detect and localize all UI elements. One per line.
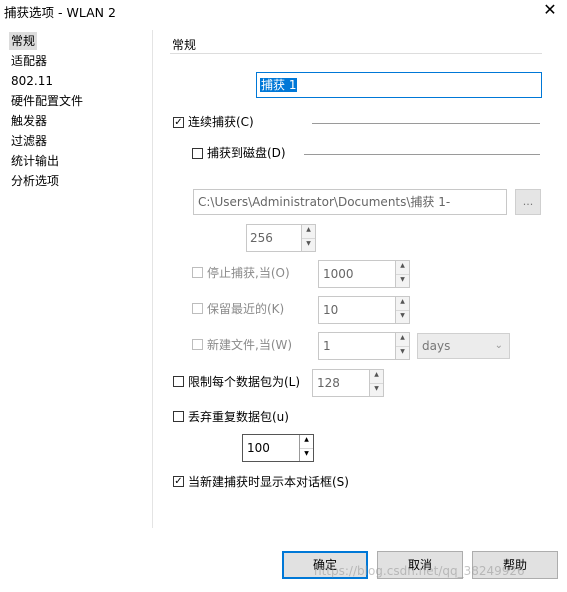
keep-recent-input[interactable]: 10 ▲ ▼ (318, 296, 410, 324)
new-file-value: 1 (323, 339, 331, 353)
continuous-capture-divider (312, 123, 540, 124)
limit-packet-checkbox[interactable] (173, 376, 184, 387)
show-dialog-checkbox[interactable]: ✓ (173, 476, 184, 487)
limit-packet-value: 128 (317, 376, 340, 390)
new-file-unit-select[interactable]: days ⌄ (417, 333, 510, 359)
file-path-input[interactable]: C:\Users\Administrator\Documents\捕获 1- (193, 189, 507, 215)
discard-duplicates-value: 100 (247, 441, 270, 455)
buffer-size-value: 256 (250, 231, 273, 245)
buffer-size-input[interactable]: 256 ▲ ▼ (246, 224, 316, 252)
discard-duplicates-spinner[interactable]: ▲ ▼ (299, 435, 313, 461)
stop-capture-checkbox[interactable] (192, 267, 203, 278)
spin-up-icon[interactable]: ▲ (396, 261, 409, 274)
new-file-spinner[interactable]: ▲ ▼ (395, 333, 409, 359)
discard-duplicates-label: 丢弃重复数据包(u) (188, 410, 289, 424)
limit-packet-input[interactable]: 128 ▲ ▼ (312, 369, 384, 397)
spin-up-icon[interactable]: ▲ (302, 225, 315, 238)
browse-button[interactable]: ... (515, 189, 541, 215)
sidebar-item-statistics-output[interactable]: 统计输出 (9, 152, 61, 170)
sidebar-item-analysis-options[interactable]: 分析选项 (9, 172, 61, 190)
watermark-text: https://blog.csdn.net/qq_38249926 (314, 564, 525, 578)
keep-recent-spinner[interactable]: ▲ ▼ (395, 297, 409, 323)
new-file-unit-value: days (422, 339, 451, 353)
continuous-capture-checkbox[interactable]: ✓ (173, 117, 184, 128)
stop-capture-spinner[interactable]: ▲ ▼ (395, 261, 409, 287)
spin-down-icon[interactable]: ▼ (396, 346, 409, 359)
capture-to-disk-divider (304, 154, 540, 155)
spin-down-icon[interactable]: ▼ (396, 310, 409, 323)
stop-capture-input[interactable]: 1000 ▲ ▼ (318, 260, 410, 288)
keep-recent-checkbox[interactable] (192, 303, 203, 314)
capture-to-disk-label: 捕获到磁盘(D) (207, 146, 286, 160)
spin-down-icon[interactable]: ▼ (396, 274, 409, 287)
capture-name-input[interactable]: 捕获 1 (256, 72, 542, 98)
spin-up-icon[interactable]: ▲ (396, 297, 409, 310)
spin-up-icon[interactable]: ▲ (370, 370, 383, 383)
new-file-input[interactable]: 1 ▲ ▼ (318, 332, 410, 360)
sidebar-item-filters[interactable]: 过滤器 (9, 132, 49, 150)
limit-packet-label: 限制每个数据包为(L) (188, 375, 301, 389)
spin-down-icon[interactable]: ▼ (370, 383, 383, 396)
continuous-capture-label: 连续捕获(C) (188, 115, 254, 129)
check-icon: ✓ (174, 117, 183, 128)
capture-name-value: 捕获 1 (260, 78, 298, 92)
title-bar: 捕获选项 - WLAN 2 ✕ (0, 0, 567, 22)
window-title: 捕获选项 - WLAN 2 (4, 5, 116, 20)
spin-down-icon[interactable]: ▼ (302, 238, 315, 251)
keep-recent-label: 保留最近的(K) (207, 302, 285, 316)
chevron-down-icon: ⌄ (494, 340, 503, 351)
close-icon[interactable]: ✕ (540, 0, 560, 20)
sidebar-item-triggers[interactable]: 触发器 (9, 112, 49, 130)
sidebar-item-general[interactable]: 常规 (9, 32, 38, 50)
section-divider (170, 53, 542, 54)
spin-down-icon[interactable]: ▼ (300, 448, 313, 461)
keep-recent-value: 10 (323, 303, 339, 317)
discard-duplicates-input[interactable]: 100 ▲ ▼ (242, 434, 314, 462)
section-title: 常规 (172, 38, 197, 52)
capture-to-disk-checkbox[interactable] (192, 148, 203, 159)
check-icon: ✓ (174, 476, 183, 487)
spin-up-icon[interactable]: ▲ (300, 435, 313, 448)
discard-duplicates-checkbox[interactable] (173, 411, 184, 422)
show-dialog-label: 当新建捕获时显示本对话框(S) (188, 475, 349, 489)
spin-up-icon[interactable]: ▲ (396, 333, 409, 346)
buffer-size-spinner[interactable]: ▲ ▼ (301, 225, 315, 251)
sidebar-divider (152, 30, 153, 528)
stop-capture-value: 1000 (323, 267, 354, 281)
limit-packet-spinner[interactable]: ▲ ▼ (369, 370, 383, 396)
new-file-label: 新建文件,当(W) (207, 338, 293, 352)
sidebar-item-80211[interactable]: 802.11 (9, 72, 55, 90)
stop-capture-label: 停止捕获,当(O) (207, 266, 290, 280)
new-file-checkbox[interactable] (192, 339, 203, 350)
sidebar-item-adapter[interactable]: 适配器 (9, 52, 49, 70)
sidebar-item-hardware-profile[interactable]: 硬件配置文件 (9, 92, 85, 110)
